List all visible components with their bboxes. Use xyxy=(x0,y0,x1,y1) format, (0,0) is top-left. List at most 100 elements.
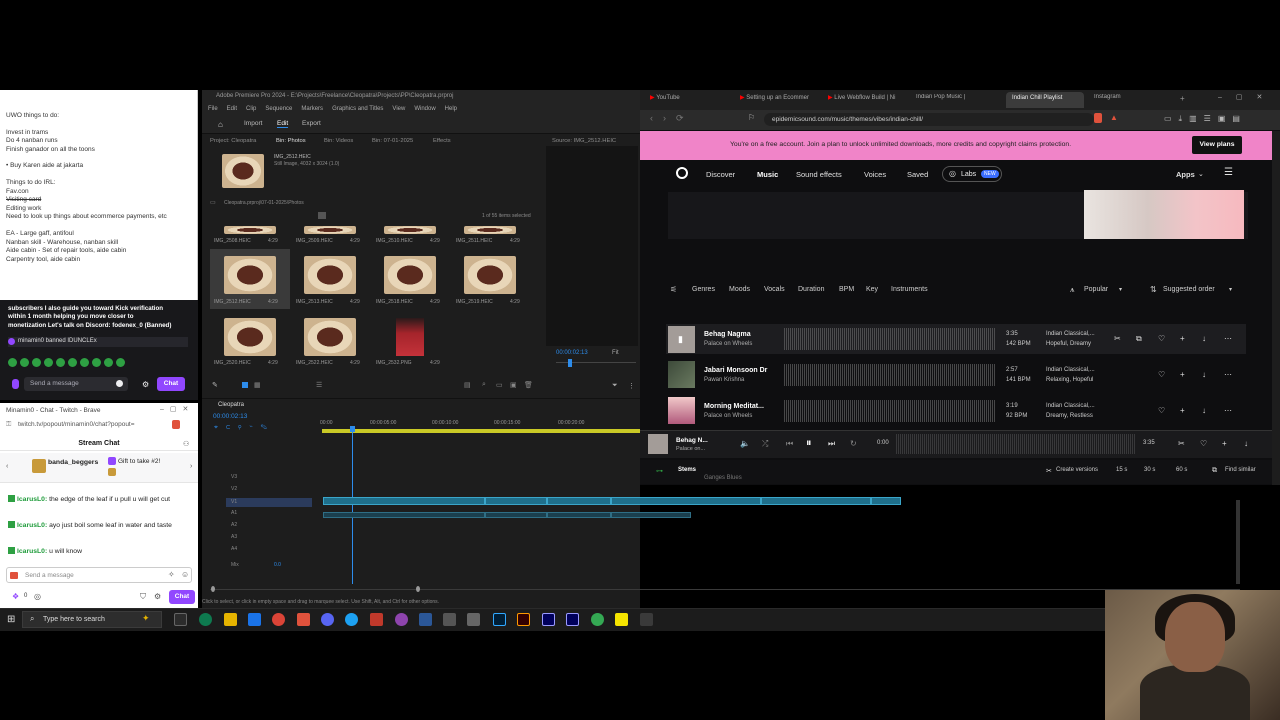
sticky-notes-icon[interactable] xyxy=(615,613,628,626)
notes-window[interactable]: UWO things to do: Invest in trams Do 4 nan… xyxy=(0,90,198,300)
nav-buttons[interactable]: ‹›⟳ xyxy=(650,113,694,124)
video-clip[interactable] xyxy=(323,497,485,505)
browser-tab[interactable]: ▶ Setting up an Ecommer xyxy=(740,94,820,106)
next-icon[interactable]: ⏭ xyxy=(828,439,835,449)
next-track[interactable]: Ganges Blues xyxy=(704,475,742,481)
more-icon[interactable]: ⋮ xyxy=(628,382,635,390)
browser-tab[interactable]: Instagram xyxy=(1094,94,1174,106)
media-thumb[interactable] xyxy=(224,256,276,294)
shuffle-icon[interactable]: ⤮ xyxy=(762,439,768,449)
apps-menu[interactable]: Apps xyxy=(1176,170,1195,179)
nav-sound-effects[interactable]: Sound effects xyxy=(796,170,842,179)
previous-icon[interactable]: ⏮ xyxy=(786,439,793,449)
heart-icon[interactable]: ♡ xyxy=(1158,370,1165,379)
track-artist[interactable]: Palace on Wheels xyxy=(704,413,752,419)
timeline-scrollbar[interactable] xyxy=(210,589,1240,590)
video-clip[interactable] xyxy=(547,497,611,505)
filter-icon[interactable]: ⚟ xyxy=(670,285,677,294)
media-thumb[interactable] xyxy=(224,318,276,356)
sort-icon[interactable]: ☰ xyxy=(316,381,322,389)
task-view-icon[interactable] xyxy=(174,613,187,626)
menu-item-graphics-and-titles[interactable]: Graphics and Titles xyxy=(332,106,383,112)
brave-shield-icon[interactable] xyxy=(1094,113,1102,123)
new-item-icon[interactable]: ▣ xyxy=(510,381,517,389)
mic-icon[interactable] xyxy=(12,379,19,389)
chat-button[interactable]: Chat xyxy=(157,377,185,391)
bookmark-icon[interactable]: ⚐ xyxy=(748,113,755,122)
scroll-handle-right[interactable] xyxy=(416,586,420,592)
source-timecode[interactable]: 00:00:02:13 xyxy=(556,350,588,356)
bin-tab-date[interactable]: Bin: 07-01-2025 xyxy=(372,138,413,144)
menu-item-view[interactable]: View xyxy=(392,106,405,112)
bin-tab-videos[interactable]: Bin: Videos xyxy=(324,138,353,144)
chevron-down-icon[interactable]: ⌄ xyxy=(1198,170,1204,178)
audio-clip[interactable] xyxy=(547,512,611,518)
app-icon[interactable] xyxy=(419,613,432,626)
chevron-down-icon[interactable]: ▾ xyxy=(1229,286,1232,293)
find-icon[interactable]: ⌕ xyxy=(482,381,486,389)
track-genre[interactable]: Indian Classical,... xyxy=(1046,403,1095,409)
window-controls[interactable]: –▢✕ xyxy=(160,405,194,413)
track-a2[interactable]: A2 xyxy=(226,522,312,530)
media-thumb[interactable] xyxy=(304,226,356,234)
sort-popular[interactable]: Popular xyxy=(1084,286,1108,293)
nav-music[interactable]: Music xyxy=(757,170,778,179)
find-similar[interactable]: Find similar xyxy=(1225,467,1256,473)
download-icon[interactable]: ↓ xyxy=(1244,439,1248,448)
discord-icon[interactable] xyxy=(321,613,334,626)
points-icon[interactable]: ◎ xyxy=(34,592,41,601)
app-icon[interactable] xyxy=(591,613,604,626)
project-panel-tab[interactable]: Project: Cleopatra xyxy=(210,138,256,144)
nav-labs[interactable]: ◎ Labs NEW xyxy=(942,166,1002,182)
window-controls[interactable]: –▢✕ xyxy=(1218,93,1276,101)
source-playhead[interactable] xyxy=(568,359,572,367)
add-icon[interactable]: + xyxy=(1180,334,1185,343)
track-a3[interactable]: A3 xyxy=(226,534,312,542)
duration-60[interactable]: 60 s xyxy=(1176,467,1187,473)
stems-toggle[interactable]: Stems xyxy=(678,467,696,473)
pause-icon[interactable]: ⏸ xyxy=(806,437,812,450)
heart-icon[interactable]: ♡ xyxy=(1158,334,1165,343)
track-artist[interactable]: Pawan Krishna xyxy=(704,377,744,383)
video-clip[interactable] xyxy=(485,497,547,505)
edge-icon[interactable] xyxy=(199,613,212,626)
track-a4[interactable]: A4 xyxy=(226,546,312,554)
media-thumb[interactable] xyxy=(464,256,516,294)
app-icon[interactable] xyxy=(640,613,653,626)
player-waveform[interactable] xyxy=(896,434,1136,454)
track-a1[interactable]: A1 xyxy=(226,510,312,518)
file-explorer-icon[interactable] xyxy=(224,613,237,626)
playhead-line[interactable] xyxy=(352,432,353,584)
timeline-tools[interactable]: ⌖⊂⚲⌁✎ xyxy=(214,424,275,432)
browser-scrollbar[interactable] xyxy=(1272,131,1280,485)
bin-tab-photos[interactable]: Bin: Photos xyxy=(276,138,306,144)
sort-order[interactable]: Suggested order xyxy=(1163,286,1215,293)
pen-icon[interactable]: ✎ xyxy=(212,381,218,389)
audio-clip[interactable] xyxy=(485,512,547,518)
filter-moods[interactable]: Moods xyxy=(729,286,750,293)
app-icon[interactable] xyxy=(345,613,358,626)
menu-item-help[interactable]: Help xyxy=(445,106,457,112)
menu-item-markers[interactable]: Markers xyxy=(301,106,323,112)
rewards-icon[interactable]: ▲ xyxy=(1110,113,1118,122)
browser-tab[interactable]: ▶ Live Webflow Build | Ni xyxy=(828,94,908,106)
track-v1[interactable]: V1 xyxy=(226,498,312,507)
player-title[interactable]: Behag N... xyxy=(676,437,708,444)
filter-duration[interactable]: Duration xyxy=(798,286,824,293)
nav-discover[interactable]: Discover xyxy=(706,170,735,179)
duration-15[interactable]: 15 s xyxy=(1116,467,1127,473)
scroll-handle-left[interactable] xyxy=(211,586,215,592)
media-thumb[interactable] xyxy=(224,226,276,234)
chevron-right-icon[interactable]: › xyxy=(190,463,192,470)
epidemic-logo-icon[interactable] xyxy=(676,167,688,179)
filter-instruments[interactable]: Instruments xyxy=(891,286,928,293)
track-mix[interactable]: Mix 0.0 xyxy=(226,562,286,570)
media-thumb[interactable] xyxy=(464,226,516,234)
menu-item-clip[interactable]: Clip xyxy=(246,106,256,112)
add-icon[interactable]: + xyxy=(1222,439,1227,448)
track-mood[interactable]: Hopeful, Dreamy xyxy=(1046,341,1091,347)
chrome-icon[interactable] xyxy=(272,613,285,626)
add-icon[interactable]: + xyxy=(1180,370,1185,379)
app-icon[interactable] xyxy=(370,613,383,626)
scissors-icon[interactable]: ✂ xyxy=(1114,334,1121,343)
